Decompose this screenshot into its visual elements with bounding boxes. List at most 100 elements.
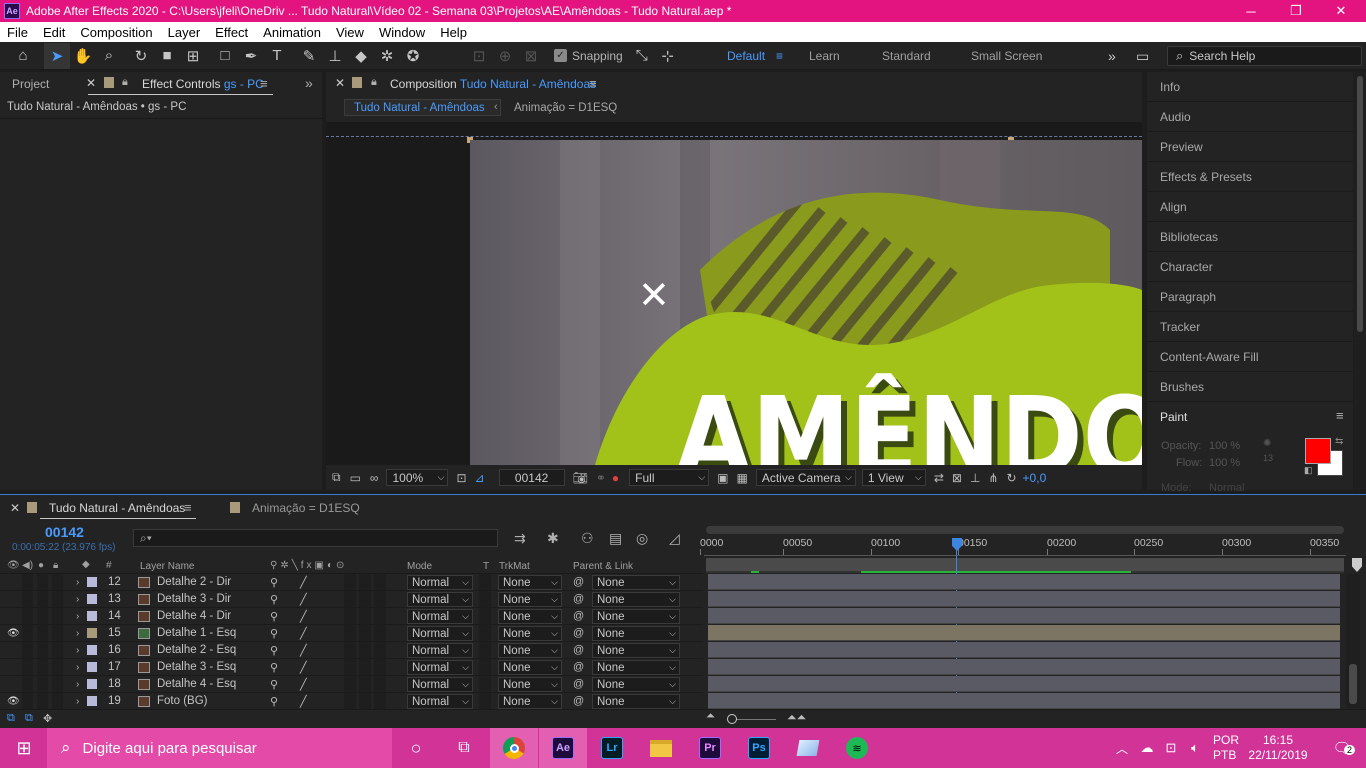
photoshop-taskbar-icon[interactable]: Ps	[735, 728, 783, 768]
expand-chevron-icon[interactable]: ›	[76, 659, 79, 675]
rotation-tool-icon[interactable]: ↻	[128, 43, 154, 69]
audio-toggle[interactable]	[22, 625, 33, 641]
hand-tool-icon[interactable]: ✋	[70, 43, 96, 69]
default-colors-icon[interactable]: ◧	[1304, 465, 1313, 476]
selection-tool-icon[interactable]: ➤	[44, 42, 70, 69]
switch-cell[interactable]	[374, 625, 386, 641]
panel-paint[interactable]: Paint	[1147, 402, 1353, 432]
layer-label-color[interactable]	[87, 696, 97, 706]
breadcrumb-next[interactable]: Animação = D1ESQ	[514, 102, 617, 114]
parent-dropdown[interactable]: None ⌵	[592, 626, 680, 641]
layer-name[interactable]: Foto (BG)	[157, 693, 207, 709]
motion-blur-icon[interactable]: ◎	[636, 530, 648, 547]
layer-switches-icon[interactable]: ⧉	[7, 712, 15, 725]
pan-behind-tool-icon[interactable]: ⊞	[180, 43, 206, 69]
trkmat-dropdown[interactable]: None ⌵	[498, 677, 562, 692]
layer-duration-bar[interactable]	[708, 591, 1340, 607]
monitor-icon[interactable]: ▭	[350, 471, 361, 485]
network-icon[interactable]: ⊡	[1160, 728, 1182, 768]
preserve-transparency-toggle[interactable]	[479, 693, 491, 709]
type-tool-icon[interactable]: T	[264, 43, 290, 69]
close-tab-icon[interactable]: ✕	[86, 76, 96, 90]
layer-label-color[interactable]	[87, 628, 97, 638]
exposure-value[interactable]: +0,0	[1023, 471, 1047, 485]
quality-switch-icon[interactable]: ╱	[300, 693, 307, 709]
layer-duration-bar[interactable]	[708, 625, 1340, 641]
trkmat-dropdown[interactable]: None ⌵	[498, 609, 562, 624]
panel-tracker[interactable]: Tracker	[1147, 312, 1353, 342]
lock-toggle[interactable]	[52, 642, 63, 658]
snapping-checkbox[interactable]: ✓	[554, 49, 567, 62]
tab-project[interactable]: Project	[12, 77, 49, 91]
switch-cell[interactable]	[374, 574, 386, 590]
audio-toggle[interactable]	[22, 642, 33, 658]
solo-toggle[interactable]	[37, 693, 48, 709]
world-axis-icon[interactable]: ⊕	[492, 43, 518, 69]
paint-opacity-value[interactable]: 100 %	[1209, 440, 1240, 452]
current-frame-field[interactable]: 00142	[498, 469, 565, 486]
solo-header-icon[interactable]: ●	[38, 560, 44, 571]
fit-icon[interactable]: ⊡	[456, 471, 466, 485]
menu-edit[interactable]: Edit	[36, 25, 73, 40]
panel-menu-icon[interactable]: ≡	[1336, 408, 1344, 423]
solo-toggle[interactable]	[37, 659, 48, 675]
layer-label-color[interactable]	[87, 577, 97, 587]
workspace-standard[interactable]: Standard	[882, 42, 931, 70]
notifications-icon[interactable]: 🗨︎ 2	[1318, 728, 1366, 768]
notes-app-icon[interactable]	[784, 728, 832, 768]
eye-icon[interactable]: 👁︎	[7, 693, 20, 709]
switch-cell[interactable]	[344, 608, 356, 624]
pick-whip-icon[interactable]: @	[573, 642, 584, 658]
render-time-icon[interactable]: ✥	[43, 712, 52, 725]
local-axis-icon[interactable]: ⊡	[466, 43, 492, 69]
brush-tool-icon[interactable]: ✎	[296, 43, 322, 69]
layer-duration-bar[interactable]	[708, 676, 1340, 692]
expand-chevron-icon[interactable]: ›	[76, 574, 79, 590]
panel-preview[interactable]: Preview	[1147, 132, 1353, 162]
panel-menu-icon[interactable]: ≡	[260, 76, 268, 91]
layer-name[interactable]: Detalhe 2 - Esq	[157, 642, 236, 658]
show-hidden-icons[interactable]: ︿	[1110, 728, 1134, 768]
switch-cell[interactable]	[344, 625, 356, 641]
audio-toggle[interactable]	[22, 659, 33, 675]
draft-3d-icon[interactable]: ✱	[547, 530, 559, 547]
tab-timeline-other[interactable]: Animação = D1ESQ	[252, 501, 360, 515]
panel-options-icon[interactable]: ▭	[1136, 42, 1149, 70]
more-workspaces-icon[interactable]: »	[1108, 42, 1116, 70]
foreground-color-swatch[interactable]	[1305, 438, 1331, 464]
close-tab-icon[interactable]: ✕	[335, 76, 345, 90]
clone-stamp-tool-icon[interactable]: ⊥	[322, 43, 348, 69]
eraser-tool-icon[interactable]: ◆	[348, 43, 374, 69]
preserve-transparency-toggle[interactable]	[479, 659, 491, 675]
menu-help[interactable]: Help	[433, 25, 475, 40]
region-of-interest-icon[interactable]: ▣	[717, 471, 728, 485]
audio-toggle[interactable]	[22, 676, 33, 692]
layer-row[interactable]: 👁︎ › 19 Foto (BG) ⚲ ╱ Normal ⌵ None ⌵ @ None ⌵	[0, 693, 703, 710]
panel-menu-icon[interactable]: ≡	[589, 76, 597, 91]
preserve-transparency-toggle[interactable]	[479, 574, 491, 590]
layer-label-color[interactable]	[87, 679, 97, 689]
frame-blending-icon[interactable]: ▤	[609, 530, 622, 547]
onedrive-icon[interactable]: ☁	[1136, 728, 1158, 768]
audio-toggle[interactable]	[22, 608, 33, 624]
expand-panels-icon[interactable]: »	[305, 75, 313, 91]
layer-label-color[interactable]	[87, 662, 97, 672]
views-dropdown[interactable]: 1 View ⌵	[861, 469, 926, 486]
tab-composition[interactable]: Composition Tudo Natural - Amêndoas	[390, 77, 596, 91]
rectangle-tool-icon[interactable]: □	[212, 43, 238, 69]
timeline-zoom-knob[interactable]	[727, 714, 737, 724]
lock-toggle[interactable]	[52, 659, 63, 675]
layer-name[interactable]: Detalhe 4 - Dir	[157, 608, 231, 624]
task-view-icon[interactable]: ⧉	[440, 728, 488, 768]
workspace-learn[interactable]: Learn	[809, 42, 840, 70]
shy-switch-icon[interactable]: ⚲	[270, 591, 278, 607]
mode-dropdown[interactable]: Normal ⌵	[407, 660, 473, 675]
expand-chevron-icon[interactable]: ›	[76, 642, 79, 658]
layer-duration-bar[interactable]	[708, 693, 1340, 709]
search-help-input[interactable]: ⌕ Search Help	[1167, 46, 1362, 66]
menu-animation[interactable]: Animation	[256, 25, 329, 40]
time-ruler[interactable]: 0000 00050 00100 00150 00200 00250 00300 00350	[700, 534, 1346, 556]
pick-whip-icon[interactable]: @	[573, 625, 584, 641]
trkmat-dropdown[interactable]: None ⌵	[498, 643, 562, 658]
pixel-aspect-icon[interactable]: ⇄	[934, 471, 944, 485]
